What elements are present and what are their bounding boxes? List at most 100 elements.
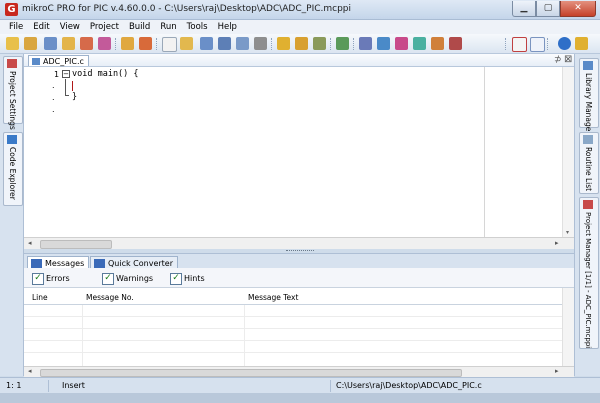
messages-table[interactable]: Line Message No. Message Text <box>24 288 574 366</box>
view-assembly-icon[interactable] <box>359 37 372 50</box>
c-file-icon <box>32 58 40 65</box>
menu-bar: File Edit View Project Build Run Tools H… <box>0 20 600 34</box>
errors-label: Errors <box>46 274 70 283</box>
messages-horizontal-scrollbar[interactable]: ◂ ▸ <box>24 366 574 377</box>
tab-project-settings[interactable]: Project Settings <box>3 56 23 130</box>
ascii-chart-icon[interactable] <box>395 37 408 50</box>
save-project-icon[interactable] <box>44 37 57 50</box>
title-bar: G mikroC PRO for PIC v.4.60.0.0 - C:\Use… <box>0 0 600 20</box>
toolbar-separator <box>505 38 508 50</box>
code-line: } <box>72 92 78 102</box>
close-button[interactable]: ✕ <box>560 1 596 17</box>
errors-checkbox[interactable]: ✓ <box>32 273 44 285</box>
usart-terminal-icon[interactable] <box>413 37 426 50</box>
line-number: . <box>52 81 55 90</box>
print-icon[interactable] <box>254 37 267 50</box>
splitter-grip[interactable] <box>286 250 314 252</box>
toolbar-separator <box>271 38 274 50</box>
menu-file[interactable]: File <box>4 20 28 34</box>
warnings-checkbox[interactable]: ✓ <box>102 273 114 285</box>
pin-icon[interactable]: ⊅ <box>554 55 562 65</box>
tab-code-explorer[interactable]: Code Explorer <box>3 132 23 206</box>
toolbar-separator <box>330 38 333 50</box>
build-icon[interactable] <box>277 37 290 50</box>
minimize-button[interactable]: ▁ <box>512 1 536 17</box>
remove-file-icon[interactable] <box>139 37 152 50</box>
column-divider <box>82 304 83 366</box>
open-project-icon[interactable] <box>24 37 37 50</box>
menu-tools[interactable]: Tools <box>182 20 213 34</box>
text-cursor <box>72 81 73 91</box>
close-project-icon[interactable] <box>62 37 75 50</box>
new-file-icon[interactable] <box>162 37 177 52</box>
help-book-icon[interactable] <box>530 37 545 52</box>
menu-help[interactable]: Help <box>213 20 242 34</box>
line-number-gutter: 1 . . . − <box>24 67 70 237</box>
scroll-thumb[interactable] <box>40 240 112 249</box>
programmer-icon[interactable] <box>336 37 349 50</box>
maximize-button[interactable]: ▢ <box>536 1 560 17</box>
app-icon[interactable]: G <box>5 3 18 16</box>
menu-project[interactable]: Project <box>85 20 124 34</box>
line-number: . <box>52 93 55 102</box>
project-options-icon[interactable] <box>98 37 111 50</box>
close-tab-icon[interactable]: ⊠ <box>564 54 572 65</box>
line-number: . <box>52 105 55 114</box>
new-project-icon[interactable] <box>6 37 19 50</box>
menu-build[interactable]: Build <box>124 20 155 34</box>
key-icon[interactable] <box>575 37 588 50</box>
add-file-icon[interactable] <box>121 37 134 50</box>
status-bar: 1: 1 Insert C:\Users\raj\Desktop\ADC\ADC… <box>0 377 600 393</box>
window-title: mikroC PRO for PIC v.4.60.0.0 - C:\Users… <box>22 4 352 14</box>
scroll-left-icon[interactable]: ◂ <box>28 239 32 247</box>
build-all-icon[interactable] <box>295 37 308 50</box>
status-divider <box>48 380 49 392</box>
messages-icon <box>31 259 42 268</box>
code-explorer-icon <box>7 135 17 144</box>
hints-checkbox[interactable]: ✓ <box>170 273 182 285</box>
tab-adc-pic-c[interactable]: ADC_PIC.c <box>28 55 89 66</box>
line-number: 1 <box>54 70 60 79</box>
view-statistics-icon[interactable] <box>377 37 390 50</box>
scroll-right-icon[interactable]: ▸ <box>555 239 559 247</box>
scroll-right-icon[interactable]: ▸ <box>555 367 559 375</box>
tab-routine-list[interactable]: Routine List <box>579 132 599 194</box>
build-program-icon[interactable] <box>313 37 326 50</box>
editor-tab-bar: ADC_PIC.c ⊅ ⊠ <box>24 54 574 67</box>
editor-vertical-scrollbar[interactable]: ▾ <box>562 67 574 237</box>
table-row <box>24 352 562 353</box>
code-editor[interactable]: 1 . . . − void main() { } ▾ <box>24 67 574 237</box>
warnings-label: Warnings <box>116 274 154 283</box>
menu-run[interactable]: Run <box>155 20 181 34</box>
toolbar-separator <box>156 38 159 50</box>
help-icon[interactable] <box>558 37 571 50</box>
scroll-left-icon[interactable]: ◂ <box>28 367 32 375</box>
tab-routine-list-label: Routine List <box>584 147 593 192</box>
close-file-icon[interactable] <box>236 37 249 50</box>
lcd-designer-icon[interactable] <box>431 37 444 50</box>
scroll-thumb[interactable] <box>40 369 462 377</box>
tab-library-manager-label: Library Manager <box>584 73 593 135</box>
toolbar-separator <box>353 38 356 50</box>
open-file-icon[interactable] <box>180 37 193 50</box>
tab-project-manager[interactable]: Project Manager [1/1] - ADC_PIC.mcppi <box>579 197 599 349</box>
tab-messages-label: Messages <box>45 259 85 268</box>
menu-view[interactable]: View <box>55 20 85 34</box>
scroll-down-icon[interactable]: ▾ <box>566 229 569 236</box>
quick-converter-icon <box>94 259 105 268</box>
menu-edit[interactable]: Edit <box>28 20 54 34</box>
column-header-message-no[interactable]: Message No. <box>86 293 134 302</box>
column-header-line[interactable]: Line <box>32 293 48 302</box>
save-all-icon[interactable] <box>218 37 231 50</box>
save-file-icon[interactable] <box>200 37 213 50</box>
table-row <box>24 328 562 329</box>
seven-segment-icon[interactable] <box>449 37 462 50</box>
tab-quick-converter-label: Quick Converter <box>108 259 174 268</box>
messages-vertical-scrollbar[interactable] <box>562 288 574 366</box>
column-header-message-text[interactable]: Message Text <box>248 293 298 302</box>
editor-horizontal-scrollbar[interactable]: ◂ ▸ <box>24 237 574 249</box>
edit-project-icon[interactable] <box>80 37 93 50</box>
tab-library-manager[interactable]: Library Manager <box>579 58 599 134</box>
code-area[interactable]: void main() { } <box>69 67 549 237</box>
library-icon[interactable] <box>512 37 527 52</box>
